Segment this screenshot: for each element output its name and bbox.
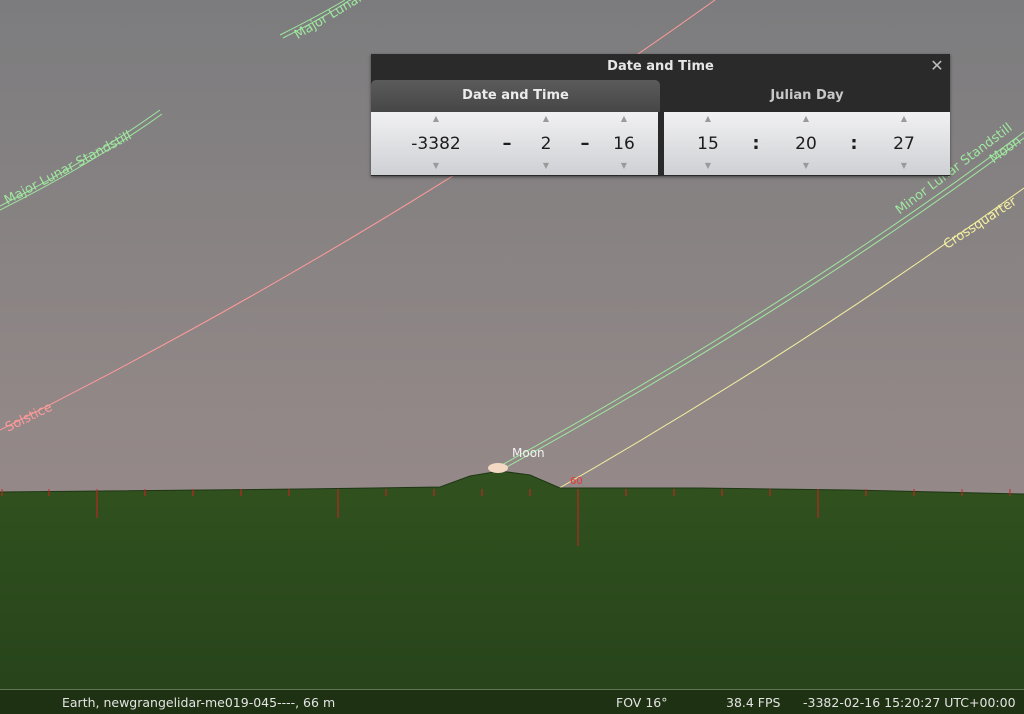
status-bar: Earth, newgrangelidar-me019-045----, 66 … — [0, 689, 1024, 714]
dialog-title: Date and Time — [607, 59, 714, 74]
day-spinbox[interactable]: ▲ 16 ▼ — [589, 112, 659, 175]
moon — [488, 463, 508, 473]
year-spinbox[interactable]: ▲ -3382 ▼ — [401, 112, 471, 175]
hour-value[interactable]: 15 — [673, 133, 743, 155]
azimuth-label: 60 — [570, 476, 583, 487]
ground — [0, 471, 1024, 713]
time-panel: ▲ 15 ▼ : ▲ 20 ▼ : ▲ 27 ▼ — [664, 112, 950, 175]
date-time-dialog: Date and Time ✕ Date and Time Julian Day… — [371, 54, 950, 176]
location-text: Earth, newgrangelidar-me019-045----, 66 … — [62, 695, 336, 710]
chevron-down-icon[interactable]: ▼ — [673, 160, 743, 172]
tab-date-and-time[interactable]: Date and Time — [371, 80, 660, 112]
chevron-up-icon[interactable]: ▲ — [869, 113, 939, 125]
date-panel: ▲ -3382 ▼ – ▲ 2 ▼ – ▲ 16 ▼ — [371, 112, 658, 175]
chevron-up-icon[interactable]: ▲ — [673, 113, 743, 125]
month-value[interactable]: 2 — [511, 133, 581, 155]
second-spinbox[interactable]: ▲ 27 ▼ — [869, 112, 939, 175]
chevron-down-icon[interactable]: ▼ — [511, 160, 581, 172]
tab-julian-day[interactable]: Julian Day — [664, 80, 950, 112]
chevron-down-icon[interactable]: ▼ — [869, 160, 939, 172]
time-separator: : — [752, 133, 760, 154]
datetime-text: -3382-02-16 15:20:27 UTC+00:00 — [803, 695, 1016, 710]
chevron-up-icon[interactable]: ▲ — [589, 113, 659, 125]
moon-label: Moon — [512, 446, 545, 460]
second-value[interactable]: 27 — [869, 133, 939, 155]
time-separator: : — [850, 133, 858, 154]
hour-spinbox[interactable]: ▲ 15 ▼ — [673, 112, 743, 175]
day-value[interactable]: 16 — [589, 133, 659, 155]
chevron-up-icon[interactable]: ▲ — [511, 113, 581, 125]
chevron-down-icon[interactable]: ▼ — [589, 160, 659, 172]
month-spinbox[interactable]: ▲ 2 ▼ — [511, 112, 581, 175]
fov-text: FOV 16° — [616, 695, 668, 710]
chevron-down-icon[interactable]: ▼ — [771, 160, 841, 172]
chevron-up-icon[interactable]: ▲ — [771, 113, 841, 125]
chevron-up-icon[interactable]: ▲ — [401, 113, 471, 125]
close-icon[interactable]: ✕ — [929, 58, 945, 74]
year-value[interactable]: -3382 — [401, 133, 471, 155]
minute-value[interactable]: 20 — [771, 133, 841, 155]
chevron-down-icon[interactable]: ▼ — [401, 160, 471, 172]
minute-spinbox[interactable]: ▲ 20 ▼ — [771, 112, 841, 175]
fps-text: 38.4 FPS — [726, 695, 781, 710]
